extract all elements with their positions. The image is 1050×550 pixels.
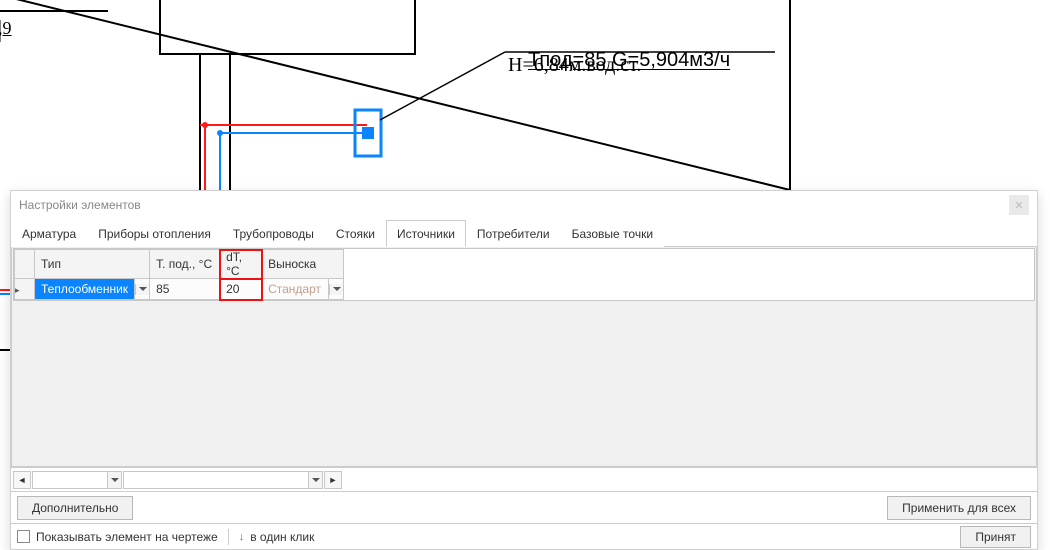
accept-button[interactable]: Принят bbox=[960, 526, 1031, 548]
tab-pribory[interactable]: Приборы отопления bbox=[87, 220, 222, 247]
nav-next-button[interactable]: ► bbox=[324, 471, 342, 489]
table-row[interactable]: Теплообменник 85 20 Стандарт bbox=[15, 279, 344, 300]
annotation-line2: Н=6,84м.вод.ст. bbox=[508, 54, 641, 77]
tab-bazovye[interactable]: Базовые точки bbox=[561, 220, 664, 247]
show-on-drawing-label: Показывать элемент на чертеже bbox=[36, 530, 218, 544]
button-bar: Дополнительно Применить для всех bbox=[11, 491, 1037, 523]
tab-stoyaki[interactable]: Стояки bbox=[325, 220, 386, 247]
edge-lines bbox=[0, 270, 10, 390]
chevron-left-icon: ◄ bbox=[18, 475, 27, 485]
tab-potrebiteli[interactable]: Потребители bbox=[466, 220, 561, 247]
tab-istochniki[interactable]: Источники bbox=[386, 220, 466, 247]
tabbar: Арматура Приборы отопления Трубопроводы … bbox=[11, 219, 1037, 247]
footer-bar: Показывать элемент на чертеже ↓ в один к… bbox=[11, 523, 1037, 549]
cad-canvas: Тпод=85 G=5,904м3/ч Н=6,84м.вод.ст. ,9 bbox=[0, 0, 1050, 190]
chevron-right-icon: ► bbox=[329, 475, 338, 485]
nav-bar: ◄ ► bbox=[11, 467, 1037, 491]
col-dt[interactable]: dT, °С bbox=[220, 250, 262, 279]
tab-truby[interactable]: Трубопроводы bbox=[222, 220, 325, 247]
one-click-label: в один клик bbox=[250, 530, 314, 544]
settings-dialog: Настройки элементов ✕ Арматура Приборы о… bbox=[10, 190, 1038, 550]
col-leader[interactable]: Выноска bbox=[262, 250, 344, 279]
close-button[interactable]: ✕ bbox=[1009, 195, 1029, 215]
nav-combo-1[interactable] bbox=[32, 471, 122, 489]
chevron-down-icon bbox=[308, 472, 322, 488]
close-icon: ✕ bbox=[1014, 199, 1023, 212]
cell-leader-value[interactable]: Стандарт bbox=[262, 282, 328, 296]
dim-fragment: ,9 bbox=[0, 18, 12, 39]
chevron-down-icon bbox=[107, 472, 121, 488]
show-on-drawing-checkbox[interactable] bbox=[17, 530, 30, 543]
nav-prev-button[interactable]: ◄ bbox=[13, 471, 31, 489]
dialog-title: Настройки элементов bbox=[19, 198, 1009, 212]
col-type[interactable]: Тип bbox=[35, 250, 150, 279]
separator bbox=[228, 529, 229, 545]
tab-armatura[interactable]: Арматура bbox=[11, 220, 87, 247]
cell-tpod-value[interactable]: 85 bbox=[150, 282, 219, 296]
arrow-down-icon: ↓ bbox=[239, 531, 245, 543]
col-tpod[interactable]: Т. под., °С bbox=[150, 250, 220, 279]
data-grid[interactable]: Тип Т. под., °С dT, °С Выноска Теплообме… bbox=[14, 249, 344, 300]
leader-dropdown-icon[interactable] bbox=[329, 284, 343, 295]
cell-type-value[interactable]: Теплообменник bbox=[35, 279, 134, 299]
nav-combo-2[interactable] bbox=[123, 471, 323, 489]
dialog-titlebar: Настройки элементов ✕ bbox=[11, 191, 1037, 219]
cell-dt-value[interactable]: 20 bbox=[220, 282, 261, 296]
apply-all-button[interactable]: Применить для всех bbox=[887, 496, 1031, 520]
grid-area: Тип Т. под., °С dT, °С Выноска Теплообме… bbox=[11, 247, 1037, 467]
row-selector[interactable] bbox=[15, 279, 35, 300]
corner-cell bbox=[15, 250, 35, 279]
additional-button[interactable]: Дополнительно bbox=[17, 496, 133, 520]
type-dropdown-icon[interactable] bbox=[135, 284, 149, 295]
